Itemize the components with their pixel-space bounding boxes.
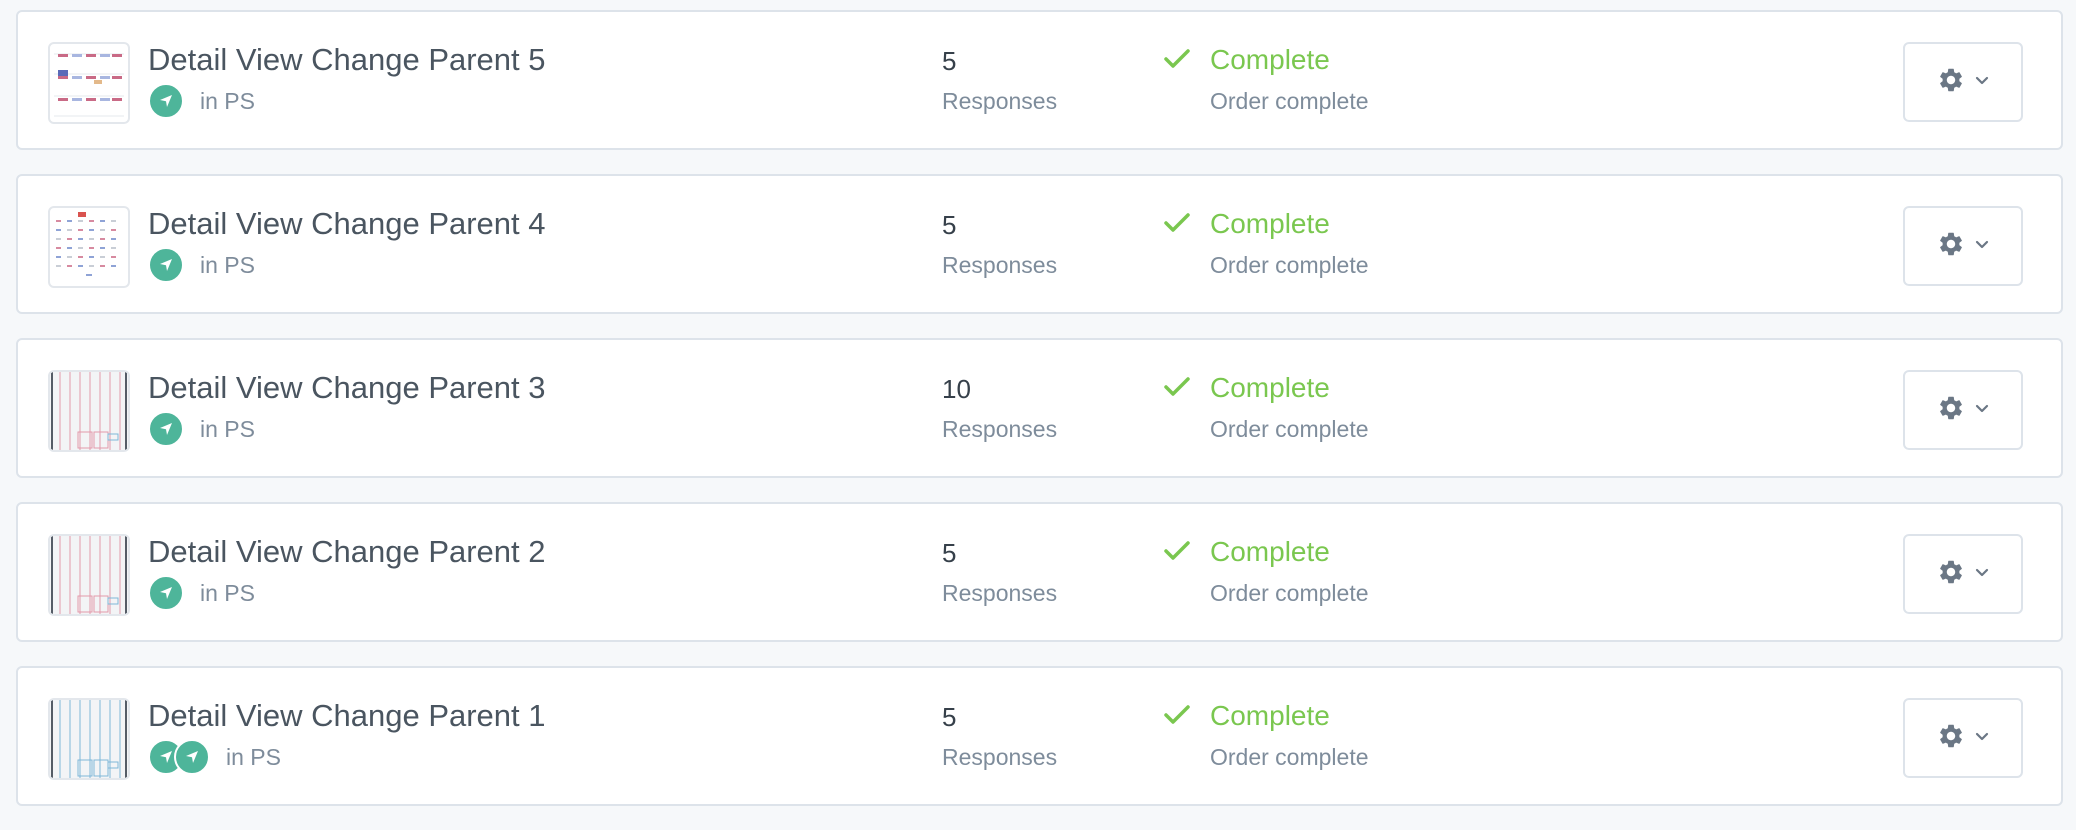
status-detail: Order complete (1210, 88, 1369, 114)
response-count-label: Responses (942, 416, 1058, 442)
status-label: Complete (1210, 44, 1330, 75)
item-title[interactable]: Detail View Change Parent 2 (148, 534, 546, 570)
thumbnail-image[interactable] (48, 698, 130, 780)
list-item[interactable]: Detail View Change Parent 2 in PS 5 Respons… (16, 502, 2063, 642)
navigation-arrow-icon (148, 411, 184, 447)
settings-dropdown-button[interactable] (1903, 42, 2023, 122)
list-item[interactable]: Detail View Change Parent 3 in PS 10 Respon… (16, 338, 2063, 478)
checkmark-icon (1164, 540, 1190, 567)
chevron-down-icon (1975, 237, 1989, 255)
settings-dropdown-button[interactable] (1903, 206, 2023, 286)
gear-icon (1937, 558, 1965, 591)
status-label: Complete (1210, 372, 1330, 403)
chevron-down-icon (1975, 565, 1989, 583)
settings-dropdown-button[interactable] (1903, 698, 2023, 778)
response-count: 5 (942, 702, 957, 732)
settings-dropdown-button[interactable] (1903, 534, 2023, 614)
item-list: Detail View Change Parent 5 in PS 5 Respons… (16, 10, 2063, 830)
checkmark-icon (1164, 212, 1190, 239)
navigation-arrow-icon (174, 739, 210, 775)
status-label: Complete (1210, 208, 1330, 239)
item-meta: in PS (148, 575, 255, 611)
status-detail: Order complete (1210, 252, 1369, 278)
item-location: in PS (200, 87, 255, 114)
response-count: 10 (942, 374, 971, 404)
status-label: Complete (1210, 536, 1330, 567)
item-meta: in PS (148, 247, 255, 283)
item-meta: in PS (148, 411, 255, 447)
response-count: 5 (942, 46, 957, 76)
response-count-label: Responses (942, 580, 1058, 606)
response-count: 5 (942, 210, 957, 240)
gear-icon (1937, 66, 1965, 99)
item-title[interactable]: Detail View Change Parent 5 (148, 42, 546, 78)
item-title[interactable]: Detail View Change Parent 1 (148, 698, 546, 734)
thumbnail-image[interactable] (48, 42, 130, 124)
checkmark-icon (1164, 704, 1190, 731)
response-count-label: Responses (942, 744, 1058, 770)
gear-icon (1937, 394, 1965, 427)
status-detail: Order complete (1210, 744, 1369, 770)
response-count-label: Responses (942, 252, 1058, 278)
status-detail: Order complete (1210, 416, 1369, 442)
status-detail: Order complete (1210, 580, 1369, 606)
status-label: Complete (1210, 700, 1330, 731)
navigation-arrow-icon (148, 83, 184, 119)
item-location: in PS (200, 415, 255, 442)
navigation-arrow-icon (148, 247, 184, 283)
settings-dropdown-button[interactable] (1903, 370, 2023, 450)
response-count: 5 (942, 538, 957, 568)
item-title[interactable]: Detail View Change Parent 3 (148, 370, 546, 406)
item-meta: in PS (148, 739, 281, 775)
item-location: in PS (200, 251, 255, 278)
gear-icon (1937, 230, 1965, 263)
thumbnail-image[interactable] (48, 370, 130, 452)
response-count-label: Responses (942, 88, 1058, 114)
gear-icon (1937, 722, 1965, 755)
navigation-arrow-icon (148, 575, 184, 611)
thumbnail-image[interactable] (48, 534, 130, 616)
list-item[interactable]: Detail View Change Parent 1 in PS 5 Respons… (16, 666, 2063, 806)
list-item[interactable]: Detail View Change Parent 5 in PS 5 Respons… (16, 10, 2063, 150)
chevron-down-icon (1975, 729, 1989, 747)
item-location: in PS (200, 579, 255, 606)
checkmark-icon (1164, 48, 1190, 75)
item-meta: in PS (148, 83, 255, 119)
list-item[interactable]: Detail View Change Parent 4 in PS 5 Respons… (16, 174, 2063, 314)
item-location: in PS (226, 743, 281, 770)
chevron-down-icon (1975, 73, 1989, 91)
checkmark-icon (1164, 376, 1190, 403)
chevron-down-icon (1975, 401, 1989, 419)
thumbnail-image[interactable] (48, 206, 130, 288)
item-title[interactable]: Detail View Change Parent 4 (148, 206, 546, 242)
